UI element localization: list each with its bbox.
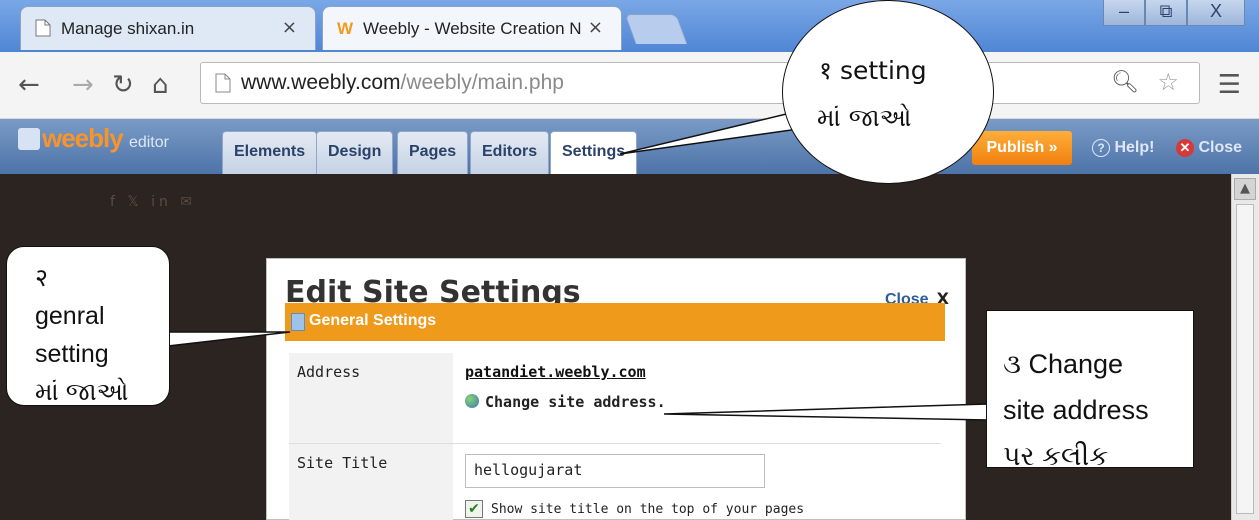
weebly-logo-icon [18,128,40,150]
page-icon [215,73,231,93]
url-path: /weebly/main.php [400,71,564,94]
help-link[interactable]: ? Help! [1092,139,1154,157]
home-icon[interactable]: ⌂ [152,70,169,100]
general-settings-header[interactable]: General Settings [285,303,945,341]
callout-step-3-text: ૩ Change site address પર કલીક [1003,341,1149,479]
url-text: www.weebly.com/weebly/main.php [241,71,564,95]
callout-step-3-line3: પર કલીક [1003,441,1109,471]
callout-step-3-line2: site address [1003,395,1149,425]
svg-text:W: W [337,19,353,37]
bookmark-star-icon[interactable]: ☆ [1157,68,1179,96]
menu-icon[interactable]: ☰ [1218,70,1241,100]
vertical-scrollbar[interactable]: ▲ [1231,174,1259,520]
address-label: Address [297,363,361,381]
tab-pages[interactable]: Pages [397,131,469,174]
zoom-icon[interactable]: 🔍︎ [1111,70,1139,95]
change-site-address-link[interactable]: Change site address. [465,393,666,411]
close-icon: ✕ [1176,139,1194,157]
settings-page-icon [291,313,305,331]
restore-button[interactable]: ⧉ [1145,0,1187,26]
callout-step-3: ૩ Change site address પર કલીક [986,310,1194,471]
forward-icon[interactable]: → [72,70,94,100]
weebly-editor-bar: weebly editor Elements Design Pages Edit… [0,119,1259,174]
tab-settings[interactable]: Settings [550,131,638,174]
site-title-row: Site Title hellogujarat ✔ Show site titl… [289,443,941,520]
callout-step-1-line1: १ setting [819,56,927,85]
minimize-button[interactable]: – [1103,0,1145,26]
weebly-w-icon: W [337,19,353,37]
close-tab-icon[interactable]: × [588,17,603,38]
callout-step-2-line1: २ [35,264,49,292]
change-address-label: Change site address. [485,393,666,411]
address-bar[interactable]: www.weebly.com/weebly/main.php 🔍︎ ☆ [200,62,1200,104]
reload-icon[interactable]: ↻ [112,70,134,100]
tab-title: Manage shixan.in [61,19,195,38]
globe-icon [465,394,479,408]
logo-suffix: editor [128,134,169,151]
close-editor-link[interactable]: ✕ Close [1176,139,1242,157]
general-settings-label: General Settings [309,312,437,329]
callout-step-2-line3: setting [35,340,109,368]
browser-tab-weebly[interactable]: W Weebly - Website Creation N × [322,6,622,50]
site-address-link[interactable]: patandiet.weebly.com [465,363,646,381]
page-icon [35,19,51,37]
tab-design[interactable]: Design [316,131,394,174]
weebly-logo: weebly editor [42,123,169,154]
callout-step-2-line4: માં જાઓ [35,378,129,406]
new-tab-button[interactable] [624,14,688,44]
tab-editors[interactable]: Editors [470,131,550,174]
callout-step-3-line1: ૩ Change [1003,349,1124,379]
show-title-checkbox[interactable]: ✔ [465,500,483,518]
help-icon: ? [1092,139,1110,157]
site-title-label: Site Title [297,454,388,472]
social-icons: f 𝕏 in ✉ [110,194,197,210]
logo-text: weebly [42,123,124,153]
back-icon[interactable]: ← [18,70,40,100]
callout-step-2-line2: genral [35,302,105,330]
browser-toolbar: ← → ↻ ⌂ www.weebly.com/weebly/main.php 🔍… [0,52,1259,119]
close-label: Close [1198,139,1243,156]
tab-elements[interactable]: Elements [222,131,318,174]
callout-step-2-text: २ genral setting માં જાઓ [35,259,129,406]
callout-step-1-line2: માં જાઓ [817,103,912,132]
scroll-up-icon[interactable]: ▲ [1234,178,1256,200]
callout-step-1: १ setting માં જાઓ [782,0,994,184]
tab-title: Weebly - Website Creation N [363,19,582,38]
browser-tab-manage[interactable]: Manage shixan.in × [20,6,316,50]
site-title-label-cell: Site Title [289,444,453,520]
site-title-input[interactable]: hellogujarat [465,454,765,488]
callout-step-2: २ genral setting માં જાઓ [6,246,170,406]
browser-tab-strip: Manage shixan.in × W Weebly - Website Cr… [0,0,1259,52]
address-row: Address patandiet.weebly.com Change site… [289,353,941,443]
close-window-button[interactable]: X [1187,0,1245,26]
close-tab-icon[interactable]: × [282,17,297,38]
settings-table: Address patandiet.weebly.com Change site… [289,353,941,520]
help-label: Help! [1114,139,1155,156]
publish-button[interactable]: Publish » [972,131,1072,165]
address-label-cell: Address [289,353,453,443]
scroll-thumb[interactable] [1236,204,1254,514]
url-host: www.weebly.com [241,71,401,94]
show-title-label: Show site title on the top of your pages [491,502,805,517]
edit-site-settings-dialog: Edit Site Settings Close X General Settin… [266,258,966,520]
